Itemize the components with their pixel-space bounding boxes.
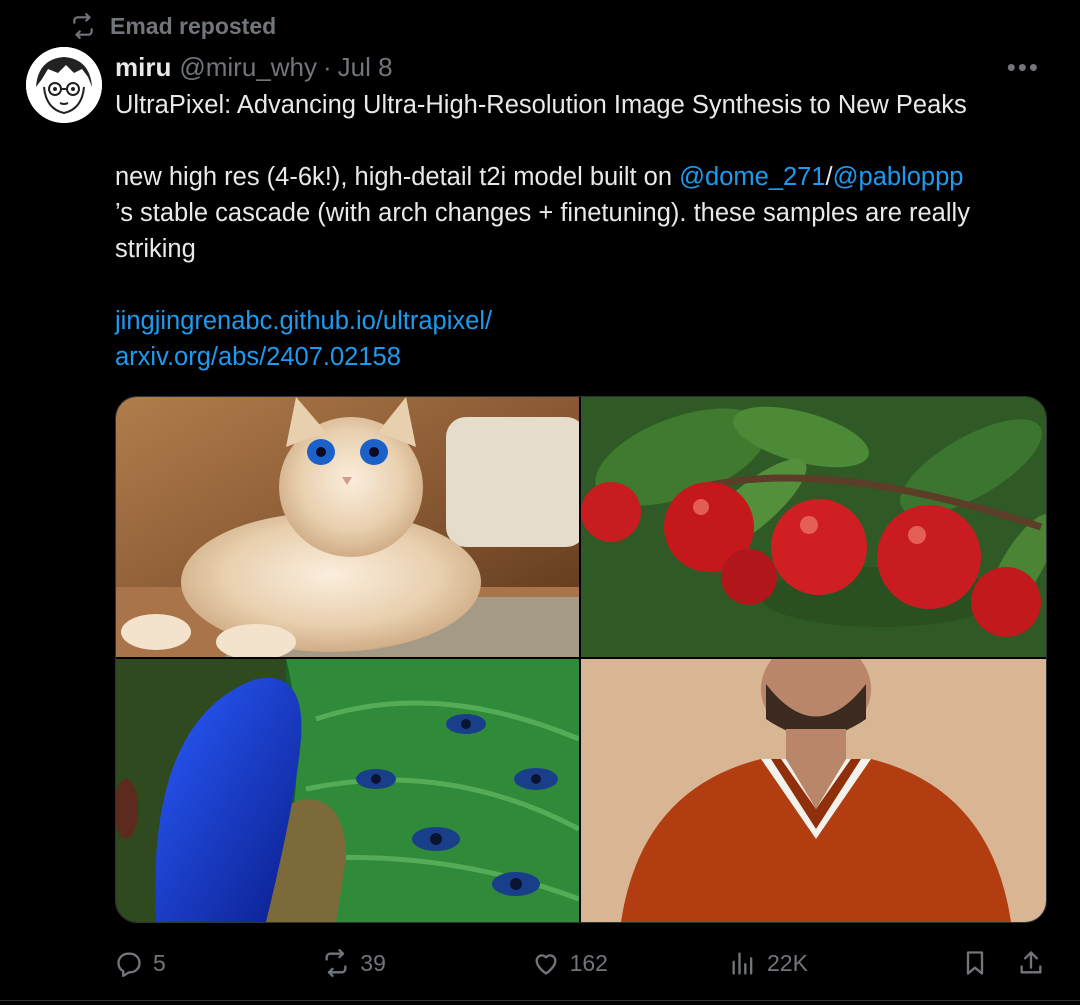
media-image-peacock[interactable] bbox=[116, 659, 579, 922]
views-chart-icon bbox=[732, 952, 753, 975]
project-link[interactable]: jingjingrenabc.github.io/ultrapixel/ bbox=[115, 307, 492, 335]
repost-icon bbox=[73, 13, 93, 39]
reposted-by-line[interactable]: Emad reposted bbox=[70, 10, 276, 42]
share-icon bbox=[1020, 951, 1042, 974]
post-text: UltraPixel: Advancing Ultra-High-Resolut… bbox=[115, 87, 1050, 375]
heart-icon bbox=[535, 954, 557, 975]
post-body-pre: new high res (4-6k!), high-detail t2i mo… bbox=[115, 163, 680, 191]
post-end-actions bbox=[961, 949, 1045, 977]
avatar[interactable] bbox=[26, 47, 102, 123]
views-count: 22K bbox=[767, 949, 808, 976]
reply-button[interactable]: 5 bbox=[115, 949, 322, 977]
header-separator: · bbox=[323, 51, 332, 82]
post-actions: 5 39 162 22K bbox=[115, 940, 1045, 986]
post-body-post: ’s stable cascade (with arch changes + f… bbox=[115, 199, 970, 263]
share-button[interactable] bbox=[1017, 949, 1045, 977]
arxiv-link[interactable]: arxiv.org/abs/2407.02158 bbox=[115, 343, 401, 371]
repost-action-icon bbox=[325, 949, 347, 977]
media-image-cat[interactable] bbox=[116, 397, 579, 657]
like-button[interactable]: 162 bbox=[532, 949, 729, 977]
reply-count: 5 bbox=[153, 949, 166, 976]
avatar-anime-sketch-icon bbox=[26, 47, 102, 123]
post-title: UltraPixel: Advancing Ultra-High-Resolut… bbox=[115, 91, 967, 119]
post-date[interactable]: Jul 8 bbox=[338, 52, 393, 83]
bookmark-icon bbox=[966, 951, 984, 975]
bookmark-button[interactable] bbox=[961, 949, 989, 977]
post-body: new high res (4-6k!), high-detail t2i mo… bbox=[115, 159, 1050, 267]
mention-pablo[interactable]: @pabloppp bbox=[833, 163, 964, 191]
like-count: 162 bbox=[569, 949, 608, 976]
mention-dome[interactable]: @dome_271 bbox=[679, 163, 825, 191]
more-options-icon[interactable]: ••• bbox=[997, 49, 1050, 85]
reply-icon bbox=[117, 952, 141, 977]
media-image-apples[interactable] bbox=[581, 397, 1046, 657]
author-name[interactable]: miru bbox=[115, 52, 171, 83]
reposted-by-text: Emad reposted bbox=[110, 12, 277, 39]
post-header: miru @miru_why · Jul 8 ••• bbox=[115, 49, 1050, 85]
divider bbox=[0, 1000, 1080, 1001]
repost-count: 39 bbox=[360, 949, 386, 976]
media-grid bbox=[115, 396, 1047, 923]
mention-separator: / bbox=[825, 163, 833, 191]
author-handle[interactable]: @miru_why bbox=[179, 52, 317, 83]
views-button[interactable]: 22K bbox=[729, 949, 961, 977]
repost-button[interactable]: 39 bbox=[322, 949, 531, 977]
media-image-man-sweater[interactable] bbox=[581, 659, 1046, 922]
